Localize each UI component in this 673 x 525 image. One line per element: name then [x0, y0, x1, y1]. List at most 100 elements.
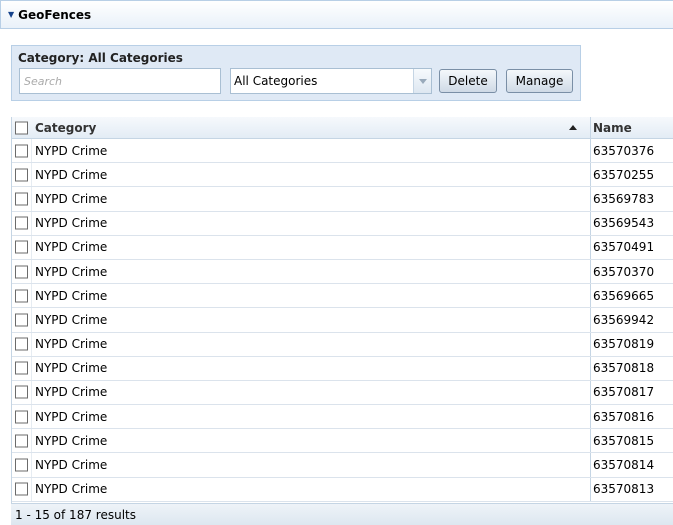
table-row[interactable]: NYPD Crime 63569543 [11, 211, 673, 236]
row-checkbox[interactable] [15, 410, 28, 424]
row-divider [31, 477, 32, 501]
table-row[interactable]: NYPD Crime 63570813 [11, 477, 673, 502]
row-checkbox[interactable] [15, 458, 28, 472]
table-row[interactable]: NYPD Crime 63570376 [11, 139, 673, 164]
table-row[interactable]: NYPD Crime 63570816 [11, 405, 673, 430]
row-divider [31, 235, 32, 259]
select-all-checkbox[interactable] [15, 121, 28, 134]
cell-divider [590, 477, 591, 501]
cell-category: NYPD Crime [35, 312, 108, 327]
cell-divider [590, 429, 591, 453]
row-divider [31, 405, 32, 429]
cell-divider [590, 259, 591, 284]
cell-divider [590, 308, 591, 332]
row-checkbox[interactable] [15, 313, 28, 327]
row-checkbox[interactable] [15, 289, 28, 303]
chevron-down-icon[interactable] [413, 69, 431, 93]
cell-divider [590, 332, 591, 356]
table-row[interactable]: NYPD Crime 63570817 [11, 380, 673, 406]
row-checkbox[interactable] [15, 144, 28, 158]
cell-category: NYPD Crime [35, 191, 108, 206]
cell-name: 63570376 [593, 143, 655, 158]
cell-name: 63570817 [593, 385, 655, 400]
manage-button[interactable]: Manage [506, 69, 573, 93]
cell-category: NYPD Crime [35, 240, 108, 255]
cell-category: NYPD Crime [35, 143, 108, 158]
cell-name: 63570815 [593, 433, 655, 448]
row-divider [31, 284, 32, 308]
row-divider [31, 356, 32, 380]
cell-name: 63570255 [593, 167, 655, 182]
table-row[interactable]: NYPD Crime 63570370 [11, 259, 673, 285]
geofence-grid: Category Name NYPD Crime 63570376 NYPD Cri… [11, 117, 673, 502]
cell-divider [590, 405, 591, 429]
table-row[interactable]: NYPD Crime 63570255 [11, 163, 673, 188]
pagination-footer: 1 - 15 of 187 results [11, 503, 673, 525]
cell-category: NYPD Crime [35, 458, 108, 473]
cell-category: NYPD Crime [35, 264, 108, 279]
table-row[interactable]: NYPD Crime 63569665 [11, 284, 673, 309]
row-checkbox[interactable] [15, 168, 28, 182]
cell-name: 63570491 [593, 240, 655, 255]
cell-category: NYPD Crime [35, 385, 108, 400]
row-checkbox[interactable] [15, 337, 28, 351]
row-divider [31, 139, 32, 163]
row-checkbox[interactable] [15, 385, 28, 399]
grid-header: Category Name [11, 117, 673, 139]
table-row[interactable]: NYPD Crime 63569942 [11, 308, 673, 333]
row-divider [31, 187, 32, 211]
row-divider [31, 332, 32, 356]
row-checkbox[interactable] [15, 240, 28, 254]
cell-divider [590, 187, 591, 211]
cell-divider [590, 163, 591, 187]
column-resize-handle[interactable] [590, 117, 591, 138]
row-checkbox[interactable] [15, 216, 28, 230]
search-input[interactable] [19, 68, 221, 94]
row-checkbox[interactable] [15, 434, 28, 448]
category-select[interactable]: All Categories [230, 68, 432, 94]
cell-divider [590, 235, 591, 259]
sort-ascending-icon [569, 125, 577, 130]
row-checkbox[interactable] [15, 265, 28, 279]
grid-left-border [11, 117, 12, 503]
cell-category: NYPD Crime [35, 288, 108, 303]
delete-button[interactable]: Delete [439, 69, 497, 93]
cell-name: 63569783 [593, 191, 655, 206]
column-header-name[interactable]: Name [593, 121, 632, 135]
filter-title: Category: All Categories [18, 51, 183, 65]
row-divider [31, 429, 32, 453]
row-divider [31, 308, 32, 332]
filter-panel: Category: All Categories All Categories … [11, 45, 581, 101]
table-row[interactable]: NYPD Crime 63570819 [11, 332, 673, 357]
cell-divider [590, 356, 591, 380]
row-divider [31, 453, 32, 477]
cell-name: 63570814 [593, 458, 655, 473]
row-divider [31, 163, 32, 187]
table-row[interactable]: NYPD Crime 63570491 [11, 235, 673, 260]
table-row[interactable]: NYPD Crime 63570814 [11, 453, 673, 478]
row-divider [31, 380, 32, 405]
row-checkbox[interactable] [15, 192, 28, 206]
cell-name: 63569665 [593, 288, 655, 303]
cell-name: 63570370 [593, 264, 655, 279]
row-checkbox[interactable] [15, 482, 28, 496]
table-row[interactable]: NYPD Crime 63570818 [11, 356, 673, 381]
cell-category: NYPD Crime [35, 167, 108, 182]
row-divider [31, 259, 32, 284]
column-header-category[interactable]: Category [35, 121, 96, 135]
triangle-down-icon[interactable]: ▼ [8, 10, 14, 19]
panel-title: GeoFences [18, 7, 92, 22]
cell-divider [590, 284, 591, 308]
results-count: 1 - 15 of 187 results [15, 507, 136, 522]
cell-divider [590, 211, 591, 235]
row-checkbox[interactable] [15, 361, 28, 375]
cell-divider [590, 139, 591, 163]
table-row[interactable]: NYPD Crime 63570815 [11, 429, 673, 454]
panel-header[interactable]: ▼ GeoFences [0, 0, 673, 29]
cell-category: NYPD Crime [35, 433, 108, 448]
category-select-value: All Categories [234, 74, 318, 88]
cell-name: 63570816 [593, 409, 655, 424]
cell-divider [590, 380, 591, 405]
table-row[interactable]: NYPD Crime 63569783 [11, 187, 673, 212]
cell-category: NYPD Crime [35, 337, 108, 352]
